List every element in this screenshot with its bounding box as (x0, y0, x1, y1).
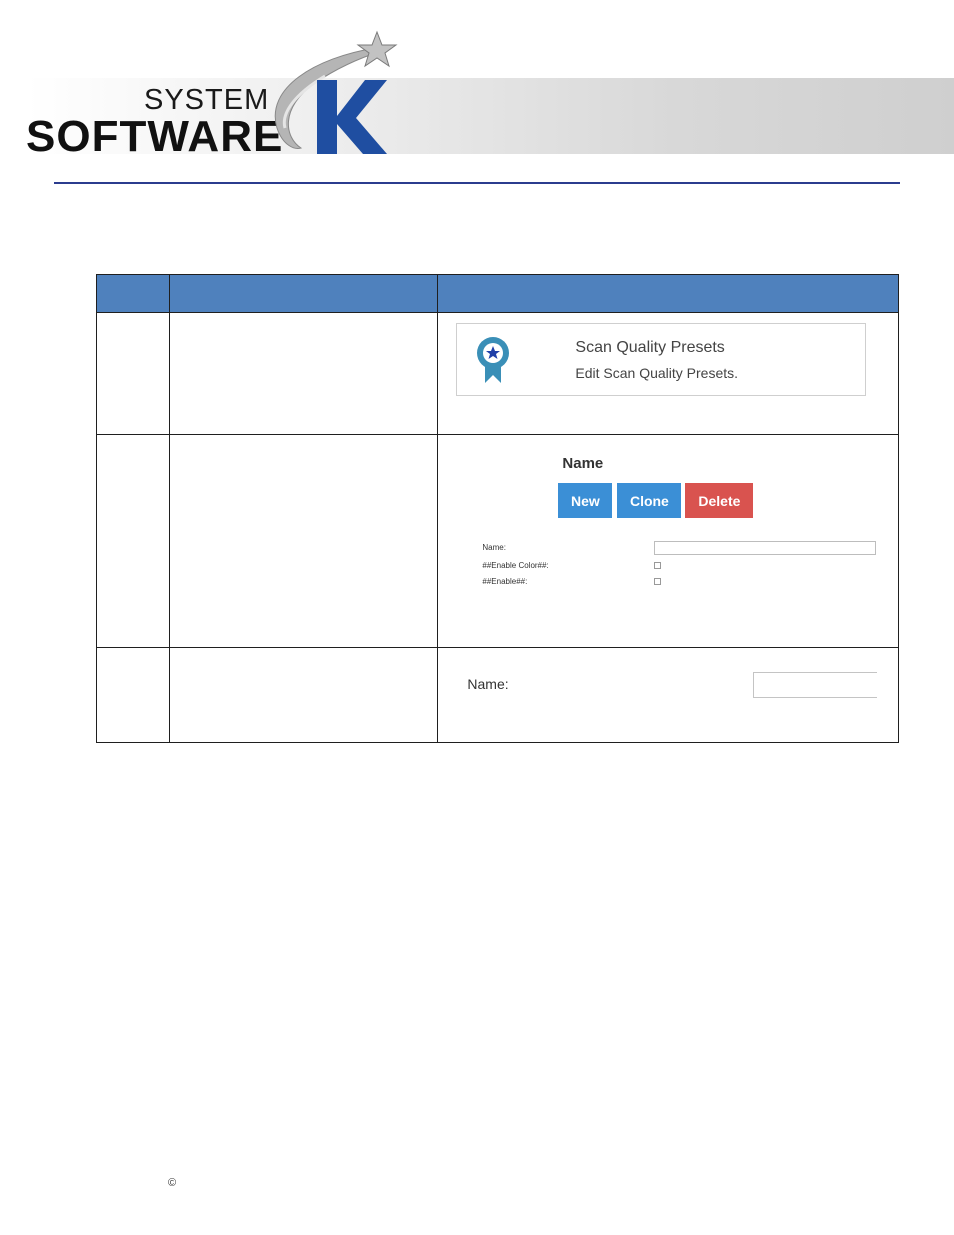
new-button[interactable]: New (558, 483, 613, 518)
step-cell (95, 312, 171, 435)
enable-label: ##Enable##: (482, 577, 528, 586)
table-row: Name New Clone Delete Name: ##Enable Col… (95, 434, 899, 648)
scan-quality-presets-tile[interactable]: Scan Quality Presets Edit Scan Quality P… (456, 323, 867, 396)
table-header-cell (95, 274, 171, 313)
table-row: Scan Quality Presets Edit Scan Quality P… (95, 312, 899, 435)
tile-subtitle: Edit Scan Quality Presets. (575, 365, 739, 381)
description-cell (169, 434, 439, 648)
logo-text-software: SOFTWARE (26, 112, 284, 161)
tile-title: Scan Quality Presets (575, 339, 725, 356)
name-field-label: Name: (482, 543, 506, 552)
name-input-large[interactable] (753, 672, 878, 698)
step-cell (95, 647, 171, 743)
screenshot-cell: Name New Clone Delete Name: ##Enable Col… (437, 434, 899, 648)
description-cell (169, 647, 439, 743)
award-ribbon-icon (477, 337, 510, 383)
header-banner: SYSTEM SOFTWARE (0, 0, 954, 161)
name-input[interactable] (654, 541, 877, 555)
step-cell (95, 434, 171, 648)
clone-button[interactable]: Clone (617, 483, 682, 518)
header-rule (54, 182, 900, 184)
delete-button[interactable]: Delete (685, 483, 754, 518)
name-label: Name: (467, 676, 509, 692)
enable-color-label: ##Enable Color##: (482, 561, 549, 570)
enable-checkbox[interactable] (654, 578, 662, 585)
table-header-row (95, 274, 899, 313)
table-row: Name: (95, 647, 899, 743)
name-heading: Name (562, 455, 604, 472)
table-header-cell (437, 274, 899, 313)
screenshot-cell: Name: (437, 647, 899, 743)
copyright-symbol: © (168, 1177, 177, 1189)
screenshot-cell: Scan Quality Presets Edit Scan Quality P… (437, 312, 899, 435)
logo-k-mark-icon (274, 30, 398, 154)
table-header-cell (169, 274, 439, 313)
instruction-table: Scan Quality Presets Edit Scan Quality P… (95, 274, 899, 743)
enable-color-checkbox[interactable] (654, 562, 662, 569)
description-cell (169, 312, 439, 435)
